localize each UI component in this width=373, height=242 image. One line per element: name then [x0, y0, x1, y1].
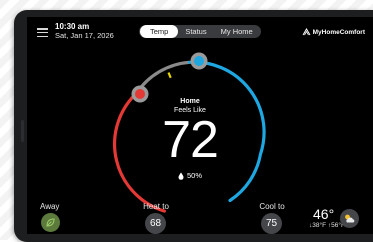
weather-button[interactable] [340, 209, 359, 228]
away-button[interactable] [41, 213, 60, 232]
away-label: Away [40, 202, 60, 211]
outdoor-range: ↓38°F ↑56°F [309, 222, 345, 229]
current-temperature: 72 [162, 111, 219, 169]
heat-to-label: Heat to [143, 202, 169, 211]
leaf-icon [46, 218, 55, 227]
device-side-notch [21, 120, 24, 142]
outdoor-low: ↓38°F [309, 222, 327, 229]
cool-setpoint-handle[interactable] [190, 52, 208, 70]
heat-setpoint-button[interactable]: 68 [145, 213, 166, 234]
zone-label: Home [180, 98, 200, 105]
partly-cloudy-icon [345, 214, 355, 223]
humidity-readout: 50% [160, 171, 220, 180]
cool-setpoint-button[interactable]: 75 [261, 213, 282, 234]
humidity-icon [178, 172, 184, 180]
cool-to-label: Cool to [259, 202, 285, 211]
humidity-value: 50% [186, 171, 202, 180]
thermostat-screen: 10:30 am Sat, Jan 17, 2026 Temp Status M… [27, 17, 373, 234]
outdoor-temperature: 46° [313, 206, 335, 222]
heat-setpoint-handle[interactable] [131, 85, 149, 103]
current-temp-indicator [167, 72, 172, 79]
